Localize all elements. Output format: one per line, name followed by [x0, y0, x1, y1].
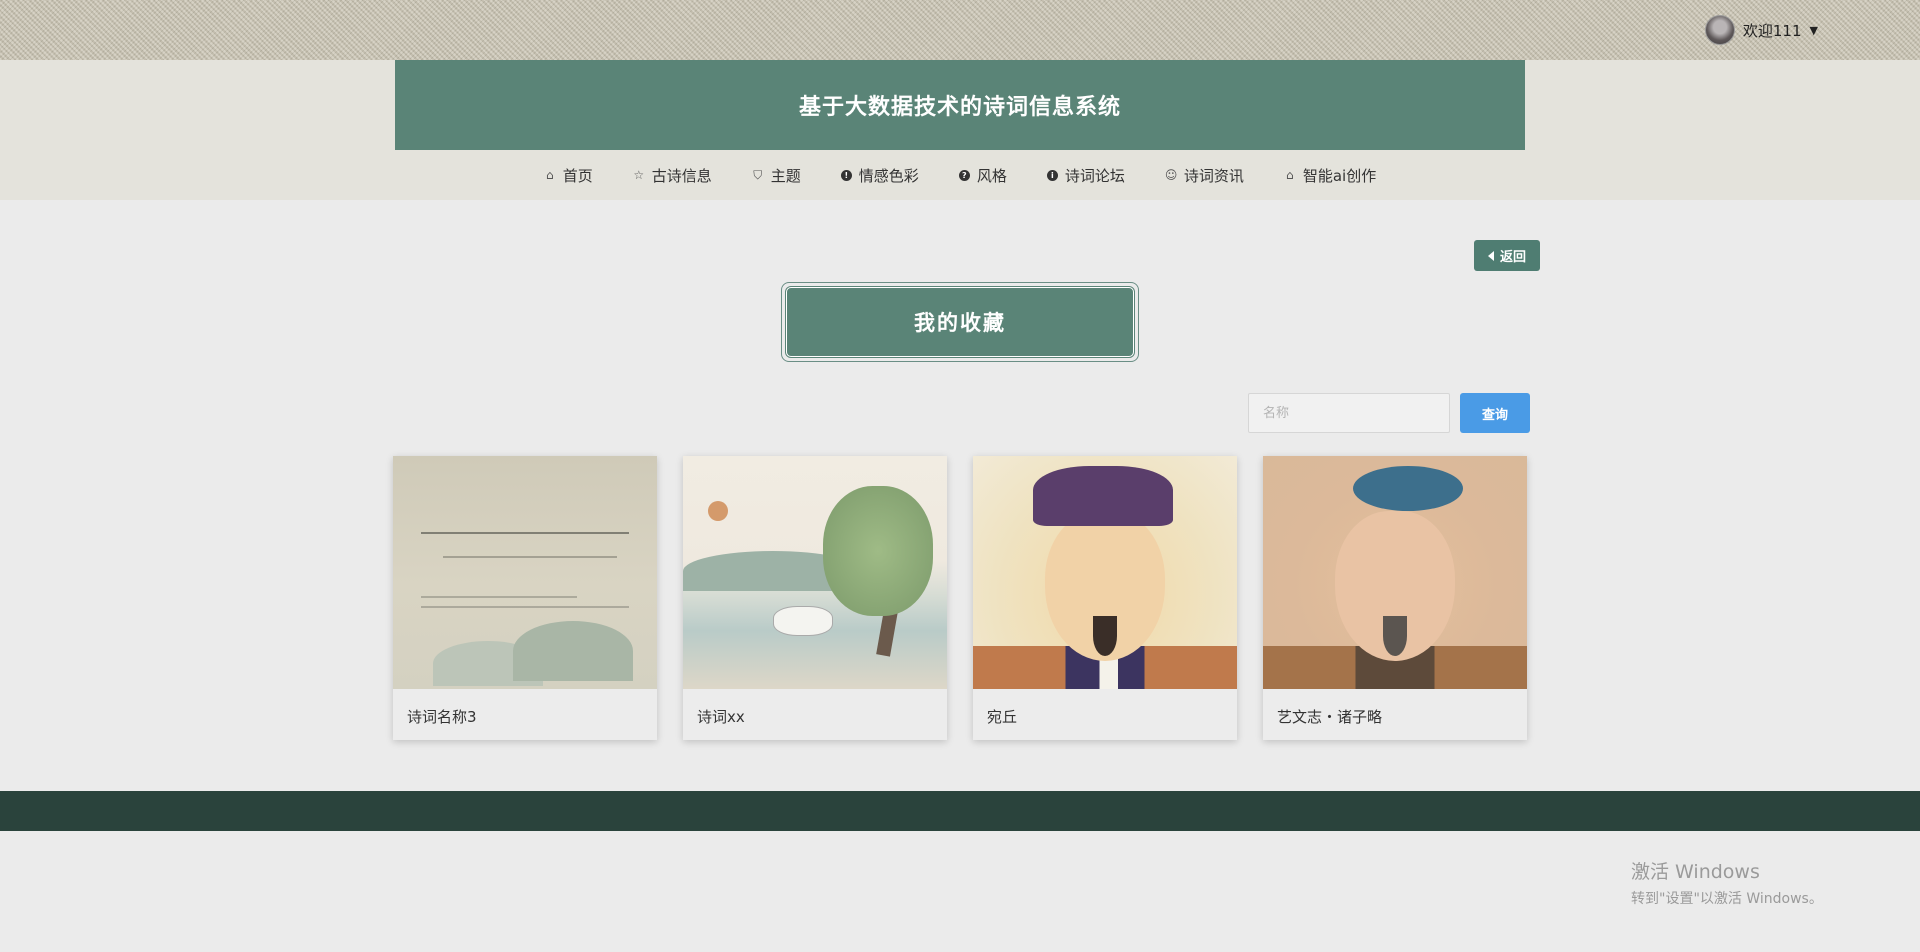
favorite-card[interactable]: 宛丘 — [973, 456, 1237, 740]
question-icon: ? — [958, 169, 970, 181]
footer — [0, 791, 1920, 831]
welcome-text[interactable]: 欢迎111 — [1743, 20, 1802, 41]
back-button[interactable]: 返回 — [1474, 240, 1540, 271]
nav-item-ai[interactable]: ⌂ 智能ai创作 — [1284, 165, 1376, 186]
home-icon: ⌂ — [1286, 168, 1294, 182]
card-title[interactable]: 诗词xx — [697, 706, 745, 727]
nav-item-theme[interactable]: ⛉ 主题 — [752, 165, 801, 186]
nav-item-style[interactable]: ? 风格 — [958, 165, 1007, 186]
nav-item-label: 诗词资讯 — [1183, 166, 1244, 185]
nav-item-label: 情感色彩 — [858, 166, 919, 185]
caret-left-icon — [1487, 250, 1494, 261]
nav-item-emotion[interactable]: ! 情感色彩 — [840, 165, 919, 186]
star-icon: ☆ — [633, 168, 645, 182]
section-title-text: 我的收藏 — [914, 311, 1006, 335]
favorite-card[interactable]: 诗词名称3 — [393, 456, 657, 740]
card-title[interactable]: 宛丘 — [987, 706, 1017, 727]
favorite-card[interactable]: 诗词xx — [683, 456, 947, 740]
site-title: 基于大数据技术的诗词信息系统 — [395, 60, 1525, 150]
back-button-label: 返回 — [1499, 250, 1526, 265]
watermark-line2: 转到"设置"以激活 Windows。 — [1631, 891, 1823, 907]
nav-item-label: 诗词论坛 — [1064, 166, 1125, 185]
top-bar: 欢迎111 ▼ — [0, 0, 1920, 60]
favorite-card[interactable]: 艺文志・诸子略 — [1263, 456, 1527, 740]
card-title[interactable]: 艺文志・诸子略 — [1277, 706, 1382, 727]
nav-item-label: 主题 — [770, 166, 801, 185]
user-menu[interactable]: 欢迎111 ▼ — [1704, 14, 1818, 46]
nav-item-home[interactable]: ⌂ 首页 — [544, 165, 593, 186]
search-input[interactable] — [1248, 393, 1450, 433]
card-image[interactable] — [393, 456, 657, 689]
section-title-frame: 我的收藏 — [781, 282, 1139, 362]
nav-item-label: 风格 — [976, 166, 1007, 185]
avatar[interactable] — [1704, 15, 1735, 45]
alert-icon: ! — [840, 169, 852, 181]
nav-item-news[interactable]: ☺ 诗词资讯 — [1165, 165, 1244, 186]
nav-item-forum[interactable]: i 诗词论坛 — [1046, 165, 1125, 186]
nav-item-label: 古诗信息 — [651, 166, 712, 185]
card-image[interactable] — [973, 456, 1237, 689]
watermark-line1: 激活 Windows — [1631, 861, 1760, 883]
site-title-text: 基于大数据技术的诗词信息系统 — [798, 95, 1121, 120]
main-nav: ⌂ 首页 ☆ 古诗信息 ⛉ 主题 ! 情感色彩 ? 风格 i 诗词论坛 ☺ 诗词… — [0, 160, 1920, 190]
card-image[interactable] — [683, 456, 947, 689]
nav-item-poems[interactable]: ☆ 古诗信息 — [633, 165, 712, 186]
card-image[interactable] — [1263, 456, 1527, 689]
bag-icon: ⛉ — [753, 167, 763, 182]
card-title[interactable]: 诗词名称3 — [407, 706, 477, 727]
windows-activation-watermark: 激活 Windows 转到"设置"以激活 Windows。 — [1631, 857, 1823, 908]
info-icon: i — [1046, 169, 1058, 181]
smile-icon: ☺ — [1164, 168, 1178, 182]
caret-down-icon[interactable]: ▼ — [1810, 24, 1818, 37]
section-title: 我的收藏 — [786, 287, 1134, 357]
nav-item-label: 首页 — [562, 166, 593, 185]
nav-item-label: 智能ai创作 — [1302, 166, 1377, 185]
home-icon: ⌂ — [545, 168, 554, 182]
search-button[interactable]: 查询 — [1460, 393, 1530, 433]
